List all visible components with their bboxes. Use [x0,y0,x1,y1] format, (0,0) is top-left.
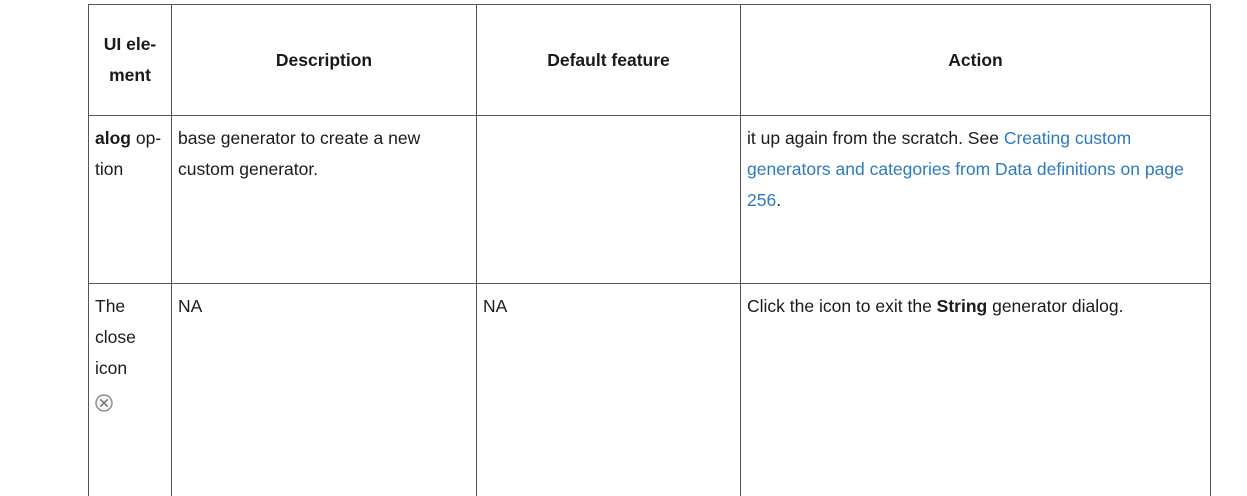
description-cell: NA [171,283,477,496]
ui-element-label-bold: alog [95,128,131,148]
string-generator-name: String [936,296,988,316]
ui-element-label: The close icon [95,296,136,378]
ui-element-cell: alog op- tion [88,115,172,284]
header-description: Description [171,4,477,116]
action-text: it up again from the scratch. See [747,128,1004,148]
action-cell: Click the icon to exit the String genera… [740,283,1211,496]
action-cell: it up again from the scratch. See Creati… [740,115,1211,284]
table-header-row: UI ele- ment Description Default feature… [88,4,1211,116]
default-feature-cell: NA [476,283,741,496]
action-text-end: generator dialog. [987,296,1124,316]
header-action: Action [740,4,1211,116]
default-feature-cell [476,115,741,284]
action-text-end: . [776,190,782,210]
table-row: The close icon NA NA Click the icon to e… [88,283,1211,496]
ui-element-cell: The close icon [88,283,172,496]
documentation-table: UI ele- ment Description Default feature… [88,4,1211,496]
table-row: alog op- tion base generator to create a… [88,115,1211,284]
header-default-feature: Default feature [476,4,741,116]
description-cell: base generator to create a new custom ge… [171,115,477,284]
action-text: Click the icon to exit the [747,296,937,316]
close-circle-icon[interactable] [95,391,113,412]
header-ui-element: UI ele- ment [88,4,172,116]
